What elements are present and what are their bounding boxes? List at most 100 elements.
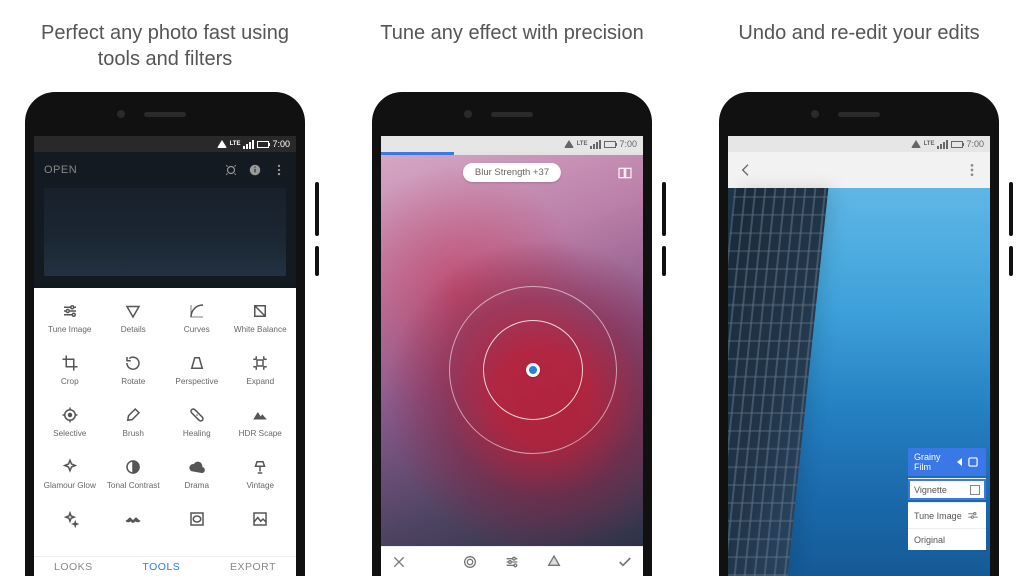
- phone-power-button: [315, 182, 319, 236]
- stack-item-vignette[interactable]: Vignette: [908, 478, 986, 500]
- lamp-icon: [251, 456, 269, 478]
- mustache-icon: [124, 508, 142, 530]
- screen-history: LTE 7:00 G: [728, 136, 990, 576]
- tab-export[interactable]: EXPORT: [230, 561, 276, 573]
- tool-label: HDR Scape: [239, 429, 282, 439]
- open-button[interactable]: OPEN: [44, 164, 77, 176]
- tool-label: Brush: [123, 429, 144, 439]
- signal-icon: [937, 140, 948, 149]
- value-chip: Blur Strength +37: [463, 163, 561, 182]
- tool-healing[interactable]: Healing: [165, 400, 229, 452]
- tool-white-balance[interactable]: White Balance: [229, 296, 293, 348]
- contrast-icon: [124, 456, 142, 478]
- tool-label: Drama: [184, 481, 209, 491]
- tool-label: Rotate: [121, 377, 145, 387]
- tool-perspective[interactable]: Perspective: [165, 348, 229, 400]
- back-button[interactable]: [738, 162, 754, 178]
- tool-label: Selective: [53, 429, 86, 439]
- info-icon[interactable]: [248, 163, 262, 177]
- stack-item-label: Tune Image: [914, 511, 962, 521]
- tool-tune-image[interactable]: Tune Image: [38, 296, 102, 348]
- frame-icon: [251, 508, 269, 530]
- overflow-icon[interactable]: [964, 162, 980, 178]
- wifi-icon: [564, 140, 574, 148]
- shape-icon[interactable]: [546, 554, 562, 570]
- tool-label: Glamour Glow: [44, 481, 96, 491]
- phone-power-button: [1009, 182, 1013, 236]
- tool-label: Crop: [61, 377, 79, 387]
- apply-button[interactable]: [617, 554, 633, 570]
- tab-tools[interactable]: TOOLS: [142, 561, 180, 573]
- phone-frame: LTE 7:00 Blur Strength +37: [372, 92, 652, 576]
- stack-item-original[interactable]: Original: [908, 528, 986, 550]
- clock: 7:00: [272, 139, 290, 149]
- sparkle-icon: [61, 456, 79, 478]
- perspective-icon: [188, 352, 206, 374]
- tool-label: Tune Image: [48, 325, 91, 335]
- photo-thumbnail: [44, 188, 286, 276]
- chevron-left-icon: [957, 458, 962, 466]
- caption-2: Tune any effect with precision: [360, 0, 663, 92]
- phone-camera: [464, 110, 472, 118]
- tool-extra-3[interactable]: [165, 504, 229, 556]
- tool-crop[interactable]: Crop: [38, 348, 102, 400]
- status-bar: LTE 7:00: [34, 136, 296, 152]
- sliders-icon: [61, 300, 79, 322]
- vignette-thumb-icon: [970, 485, 980, 495]
- tool-label: Curves: [184, 325, 210, 335]
- edit-stack: Grainy Film Vignette: [908, 448, 986, 550]
- compare-icon[interactable]: [617, 165, 633, 181]
- network-label: LTE: [230, 141, 241, 147]
- tool-label: Details: [121, 325, 146, 335]
- auto-icon[interactable]: [462, 554, 478, 570]
- curves-icon: [188, 300, 206, 322]
- tool-label: Vintage: [246, 481, 274, 491]
- tool-tonal-contrast[interactable]: Tonal Contrast: [102, 452, 166, 504]
- phone-frame: LTE 7:00 OPEN: [25, 92, 305, 576]
- photo-canvas[interactable]: Grainy Film Vignette: [728, 188, 990, 576]
- photo-canvas[interactable]: Blur Strength +37: [381, 155, 643, 546]
- tune-icon[interactable]: [504, 554, 520, 570]
- battery-icon: [951, 141, 963, 148]
- chip-label: Blur Strength: [475, 167, 530, 178]
- tool-drama[interactable]: Drama: [165, 452, 229, 504]
- mountains-icon: [251, 404, 269, 426]
- edit-toolbar: [381, 546, 643, 576]
- stack-header[interactable]: Grainy Film: [908, 448, 986, 476]
- tool-label: White Balance: [234, 325, 287, 335]
- phone-volume-button: [1009, 246, 1013, 276]
- overflow-icon[interactable]: [272, 163, 286, 177]
- screen-tools: LTE 7:00 OPEN: [34, 136, 296, 576]
- tool-rotate[interactable]: Rotate: [102, 348, 166, 400]
- grain-icon: [966, 455, 980, 469]
- rotate-icon: [124, 352, 142, 374]
- white-balance-icon: [251, 300, 269, 322]
- tool-details[interactable]: Details: [102, 296, 166, 348]
- stack-item-tune-image[interactable]: Tune Image: [908, 502, 986, 528]
- clock: 7:00: [619, 139, 637, 149]
- focus-handle[interactable]: [526, 363, 540, 377]
- tab-looks[interactable]: LOOKS: [54, 561, 93, 573]
- tool-vintage[interactable]: Vintage: [229, 452, 293, 504]
- tool-curves[interactable]: Curves: [165, 296, 229, 348]
- tool-expand[interactable]: Expand: [229, 348, 293, 400]
- bandage-icon: [188, 404, 206, 426]
- history-topbar: [728, 152, 990, 188]
- stack-item-label: Original: [914, 535, 945, 545]
- phone-speaker: [491, 112, 533, 117]
- signal-icon: [590, 140, 601, 149]
- enhance-icon[interactable]: [224, 163, 238, 177]
- tool-brush[interactable]: Brush: [102, 400, 166, 452]
- vignette-icon: [188, 508, 206, 530]
- battery-icon: [604, 141, 616, 148]
- tool-glamour-glow[interactable]: Glamour Glow: [38, 452, 102, 504]
- tool-extra-4[interactable]: [229, 504, 293, 556]
- tool-extra-1[interactable]: [38, 504, 102, 556]
- tool-selective[interactable]: Selective: [38, 400, 102, 452]
- tool-extra-2[interactable]: [102, 504, 166, 556]
- status-bar: LTE 7:00: [381, 136, 643, 152]
- tool-hdr-scape[interactable]: HDR Scape: [229, 400, 293, 452]
- cancel-button[interactable]: [391, 554, 407, 570]
- phone-camera: [117, 110, 125, 118]
- building-art: [728, 188, 829, 576]
